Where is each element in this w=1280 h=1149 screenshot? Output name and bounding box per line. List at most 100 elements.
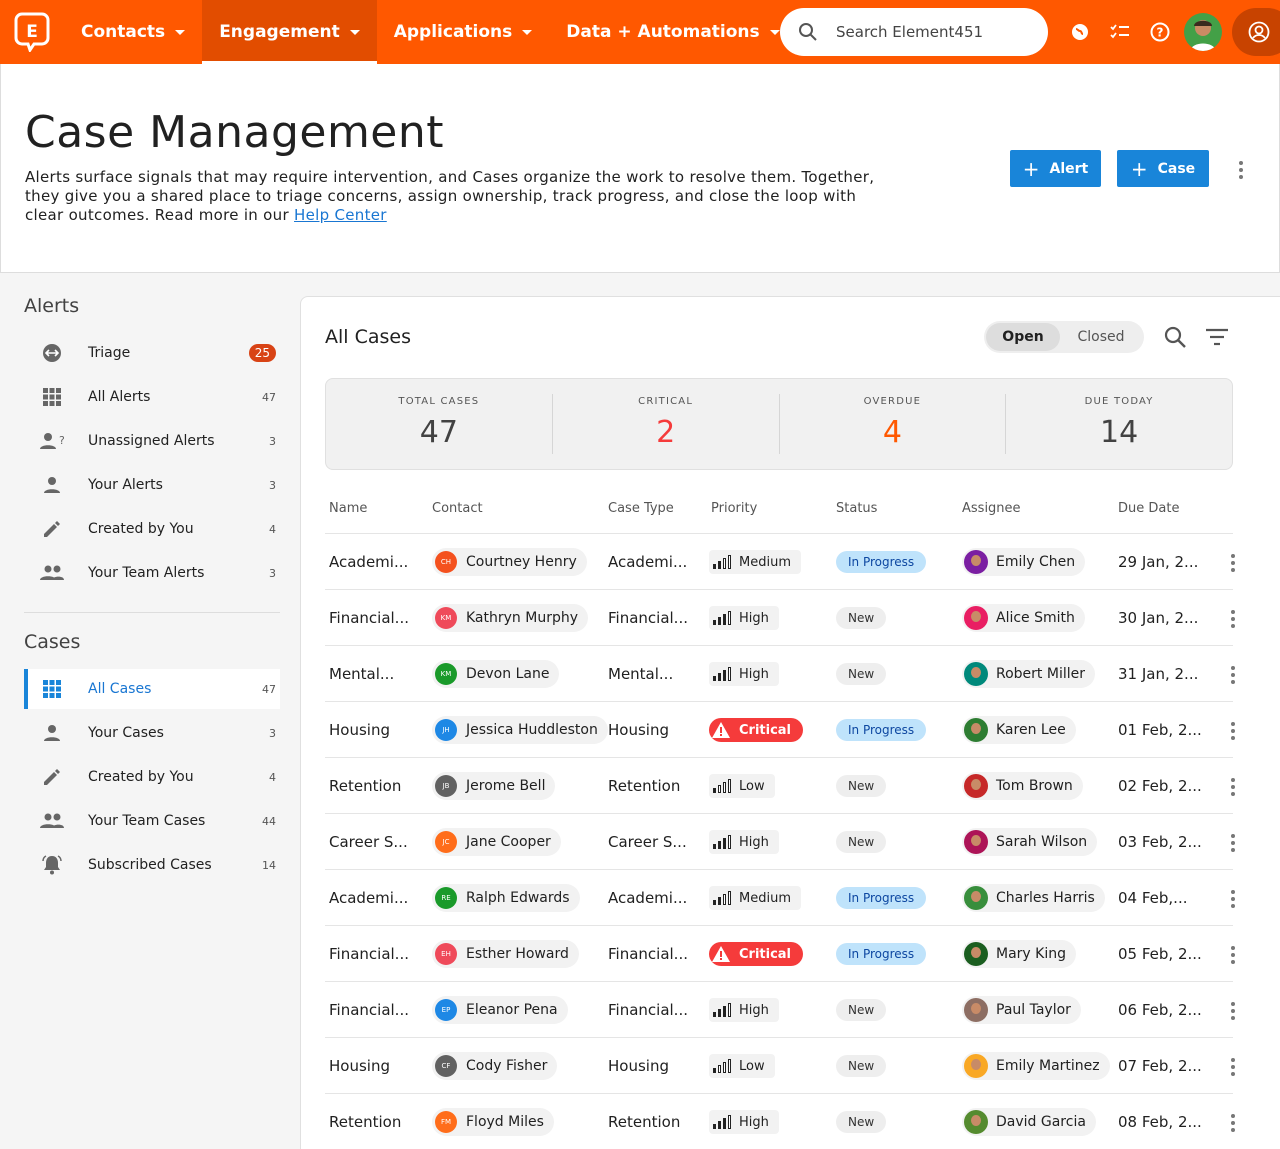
nav-data-automations-label: Data + Automations <box>566 22 760 42</box>
table-row[interactable]: Career S... JC Jane Cooper Career S... High N… <box>325 813 1235 869</box>
filter-icon[interactable] <box>1205 327 1229 351</box>
contact-chip[interactable]: CF Cody Fisher <box>432 1052 558 1080</box>
sidebar-item-your-cases[interactable]: Your Cases 3 <box>24 713 280 753</box>
column-header-assignee[interactable]: Assignee <box>962 501 1021 516</box>
table-row[interactable]: Financial... EP Eleanor Pena Financial... Hi… <box>325 981 1235 1037</box>
row-more-options-icon[interactable] <box>1231 1114 1235 1132</box>
column-header-due-date[interactable]: Due Date <box>1118 501 1179 516</box>
help-icon[interactable]: ? <box>1140 0 1180 64</box>
table-row[interactable]: Financial... EH Esther Howard Financial... C… <box>325 925 1235 981</box>
assignee-avatar <box>964 550 988 574</box>
row-more-options-icon[interactable] <box>1231 946 1235 964</box>
assignee-avatar <box>964 942 988 966</box>
element451-logo-icon[interactable]: E <box>0 0 64 64</box>
sidebar-item-all-cases[interactable]: All Cases 47 <box>24 669 280 709</box>
help-center-link[interactable]: Help Center <box>294 206 387 224</box>
account-switcher-button[interactable] <box>1232 8 1280 56</box>
assignee-chip[interactable]: Emily Chen <box>962 548 1086 576</box>
priority-label: High <box>739 834 769 850</box>
contact-chip[interactable]: JC Jane Cooper <box>432 828 561 856</box>
contact-chip[interactable]: JB Jerome Bell <box>432 772 556 800</box>
assignee-chip[interactable]: Charles Harris <box>962 884 1105 912</box>
nav-contacts[interactable]: Contacts <box>64 0 202 64</box>
assignee-name: Alice Smith <box>996 610 1075 626</box>
assignee-chip[interactable]: David Garcia <box>962 1108 1096 1136</box>
row-more-options-icon[interactable] <box>1231 778 1235 796</box>
signal-bars-icon <box>713 667 731 681</box>
task-list-icon[interactable] <box>1100 0 1140 64</box>
assignee-chip[interactable]: Paul Taylor <box>962 996 1081 1024</box>
table-row[interactable]: Academi... CH Courtney Henry Academi... Medi… <box>325 533 1235 589</box>
sidebar-item-triage[interactable]: Triage 25 <box>24 333 280 373</box>
assignee-chip[interactable]: Sarah Wilson <box>962 828 1098 856</box>
contact-chip[interactable]: RE Ralph Edwards <box>432 884 580 912</box>
sidebar-item-your-team-cases[interactable]: Your Team Cases 44 <box>24 801 280 841</box>
contact-name: Kathryn Murphy <box>466 610 578 626</box>
triage-count-badge: 25 <box>248 344 276 362</box>
case-name: Retention <box>329 777 402 795</box>
contact-chip[interactable]: EH Esther Howard <box>432 940 579 968</box>
nav-data-automations[interactable]: Data + Automations <box>549 0 796 64</box>
stats-summary: TOTAL CASES 47 CRITICAL 2 OVERDUE 4 DUE TOD… <box>325 378 1233 470</box>
column-header-case-type[interactable]: Case Type <box>608 501 674 516</box>
row-more-options-icon[interactable] <box>1231 890 1235 908</box>
global-search-input[interactable]: Search Element451 <box>780 8 1048 56</box>
alerts-heading: Alerts <box>24 295 80 317</box>
sidebar-item-created-by-you-cases[interactable]: Created by You 4 <box>24 757 280 797</box>
row-more-options-icon[interactable] <box>1231 722 1235 740</box>
assignee-name: Paul Taylor <box>996 1002 1071 1018</box>
status-badge: In Progress <box>836 943 927 965</box>
table-row[interactable]: Retention FM Floyd Miles Retention High New Da… <box>325 1093 1235 1149</box>
assignee-chip[interactable]: Karen Lee <box>962 716 1076 744</box>
row-more-options-icon[interactable] <box>1231 666 1235 684</box>
sidebar-item-your-team-alerts[interactable]: Your Team Alerts 3 <box>24 553 280 593</box>
column-header-name[interactable]: Name <box>329 501 367 516</box>
case-name: Financial... <box>329 945 409 963</box>
table-row[interactable]: Mental... KM Devon Lane Mental... High New Rob… <box>325 645 1235 701</box>
assignee-chip[interactable]: Emily Martinez <box>962 1052 1110 1080</box>
contact-chip[interactable]: KM Devon Lane <box>432 660 560 688</box>
more-options-icon[interactable] <box>1231 158 1251 182</box>
search-icon[interactable] <box>1163 325 1187 353</box>
column-header-contact[interactable]: Contact <box>432 501 483 516</box>
row-more-options-icon[interactable] <box>1231 1002 1235 1020</box>
toggle-open[interactable]: Open <box>986 323 1060 351</box>
column-header-priority[interactable]: Priority <box>711 501 757 516</box>
column-header-status[interactable]: Status <box>836 501 877 516</box>
table-row[interactable]: Housing JH Jessica Huddleston Housing Critic… <box>325 701 1235 757</box>
row-more-options-icon[interactable] <box>1231 1058 1235 1076</box>
nav-engagement[interactable]: Engagement <box>202 0 377 64</box>
sidebar-item-subscribed-cases[interactable]: Subscribed Cases 14 <box>24 845 280 885</box>
assignee-chip[interactable]: Robert Miller <box>962 660 1095 688</box>
row-more-options-icon[interactable] <box>1231 610 1235 628</box>
row-more-options-icon[interactable] <box>1231 554 1235 572</box>
sidebar-item-all-alerts[interactable]: All Alerts 47 <box>24 377 280 417</box>
contact-chip[interactable]: JH Jessica Huddleston <box>432 716 608 744</box>
table-row[interactable]: Retention JB Jerome Bell Retention Low New Tom… <box>325 757 1235 813</box>
status-badge: New <box>836 1111 887 1133</box>
nav-applications[interactable]: Applications <box>377 0 550 64</box>
assignee-chip[interactable]: Mary King <box>962 940 1076 968</box>
due-date: 08 Feb, 2... <box>1118 1113 1202 1131</box>
toggle-closed[interactable]: Closed <box>1060 323 1142 351</box>
contact-chip[interactable]: CH Courtney Henry <box>432 548 587 576</box>
user-avatar[interactable] <box>1184 13 1222 51</box>
signal-bars-icon <box>713 555 731 569</box>
assignee-chip[interactable]: Tom Brown <box>962 772 1083 800</box>
table-row[interactable]: Financial... KM Kathryn Murphy Financial...… <box>325 589 1235 645</box>
table-row[interactable]: Academi... RE Ralph Edwards Academi... Mediu… <box>325 869 1235 925</box>
contact-chip[interactable]: KM Kathryn Murphy <box>432 604 588 632</box>
add-case-button[interactable]: + Case <box>1117 150 1209 187</box>
chevron-down-icon <box>349 29 360 35</box>
assignee-chip[interactable]: Alice Smith <box>962 604 1085 632</box>
sidebar-item-your-alerts[interactable]: Your Alerts 3 <box>24 465 280 505</box>
globe-icon[interactable] <box>1060 0 1100 64</box>
contact-chip[interactable]: FM Floyd Miles <box>432 1108 554 1136</box>
assignee-avatar <box>964 998 988 1022</box>
add-alert-button[interactable]: + Alert <box>1010 150 1101 187</box>
sidebar-item-created-by-you-alerts[interactable]: Created by You 4 <box>24 509 280 549</box>
contact-chip[interactable]: EP Eleanor Pena <box>432 996 568 1024</box>
table-row[interactable]: Housing CF Cody Fisher Housing Low New Emily M… <box>325 1037 1235 1093</box>
sidebar-item-unassigned-alerts[interactable]: ? Unassigned Alerts 3 <box>24 421 280 461</box>
row-more-options-icon[interactable] <box>1231 834 1235 852</box>
